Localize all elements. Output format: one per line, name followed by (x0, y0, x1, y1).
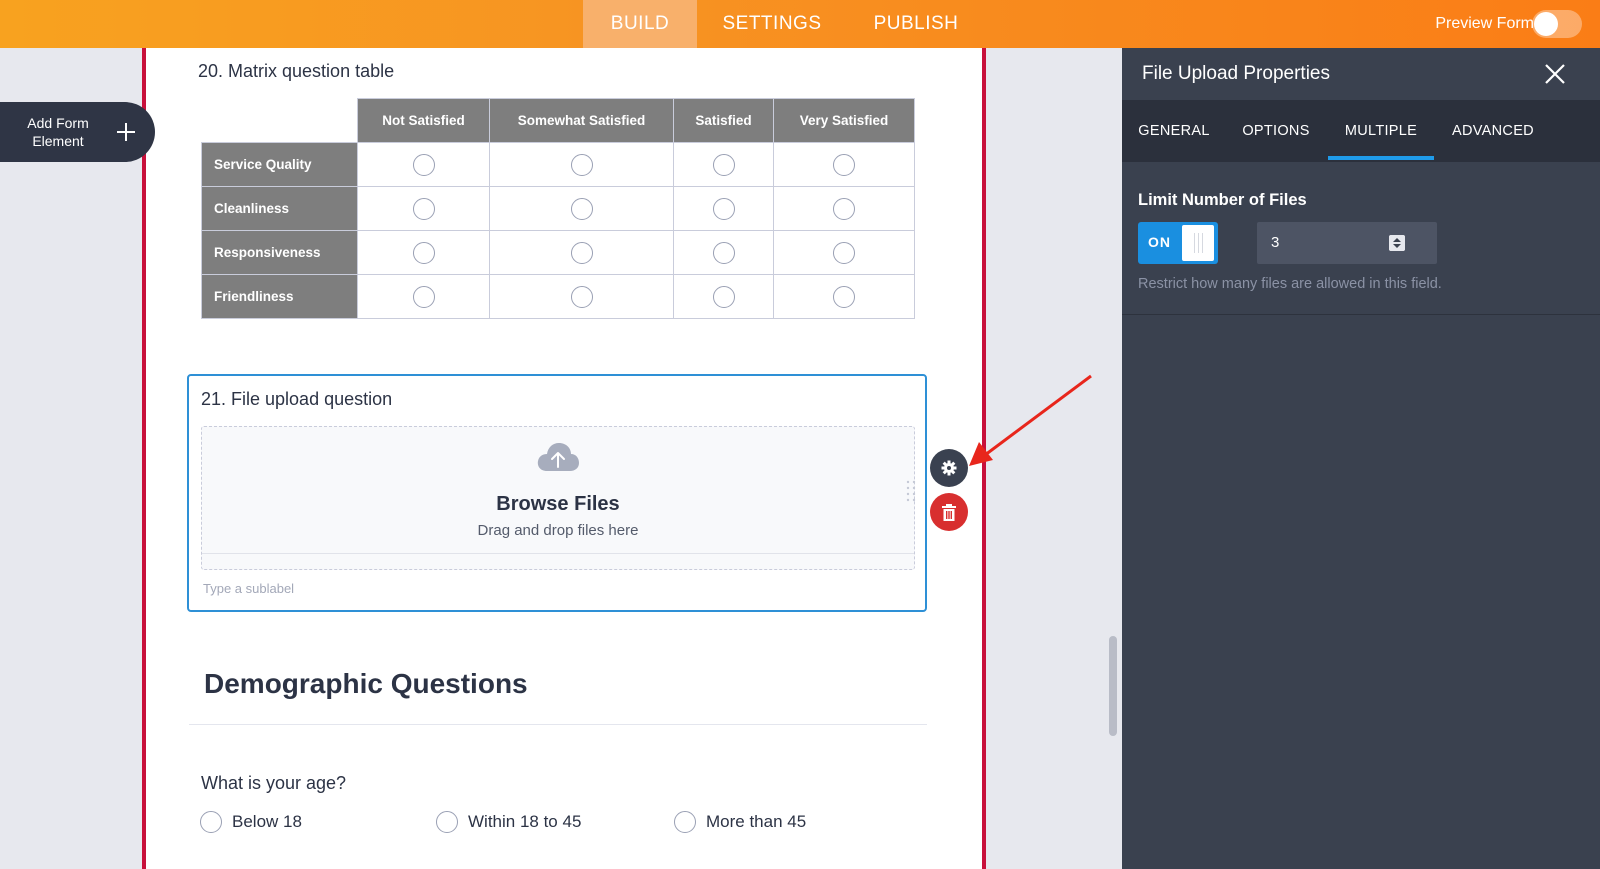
age-option-label: More than 45 (706, 812, 807, 831)
age-option[interactable]: More than 45 (674, 811, 806, 833)
preview-form-toggle[interactable] (1532, 10, 1582, 38)
drag-drop-hint: Drag and drop files here (477, 522, 639, 539)
matrix-question-title: 20. Matrix question table (198, 61, 395, 81)
toggle-state-label: ON (1148, 234, 1171, 250)
radio-button[interactable] (674, 811, 696, 833)
matrix-radio[interactable] (570, 197, 593, 220)
preview-form-label: Preview Form (1435, 15, 1534, 32)
matrix-row: Friendliness (201, 274, 915, 319)
matrix-radio[interactable] (833, 241, 855, 264)
tab-advanced[interactable]: ADVANCED (1442, 100, 1544, 162)
matrix-radio[interactable] (412, 241, 435, 264)
matrix-radio[interactable] (412, 197, 435, 220)
panel-header: File Upload Properties (1122, 48, 1600, 100)
matrix-radio[interactable] (833, 153, 855, 176)
matrix-radio[interactable] (833, 197, 855, 220)
file-upload-field[interactable]: 21. File upload question Browse Files Dr… (187, 374, 927, 612)
matrix-radio[interactable] (712, 153, 735, 176)
number-stepper-icon[interactable] (1389, 235, 1405, 251)
matrix-radio[interactable] (712, 285, 735, 308)
top-bar: BUILD SETTINGS PUBLISH Preview Form (0, 0, 1600, 48)
delete-field-button[interactable] (930, 493, 968, 531)
matrix-radio[interactable] (570, 153, 593, 176)
matrix-radio[interactable] (712, 241, 735, 264)
tab-multiple[interactable]: MULTIPLE (1328, 100, 1434, 162)
matrix-radio[interactable] (412, 285, 435, 308)
age-option[interactable]: Below 18 (200, 811, 302, 833)
gear-icon (941, 460, 957, 476)
dropzone-footer (202, 553, 914, 569)
form-canvas: 20. Matrix question table Not Satisfied … (142, 48, 986, 869)
radio-button[interactable] (436, 811, 458, 833)
add-form-element-button[interactable]: Add Form Element (0, 102, 155, 162)
panel-tabs: GENERAL OPTIONS MULTIPLE ADVANCED (1122, 100, 1600, 162)
panel-title: File Upload Properties (1142, 63, 1330, 84)
matrix-row: Service Quality (201, 142, 915, 187)
drag-handle-icon[interactable] (906, 480, 916, 504)
add-form-element-label: Add Form Element (27, 115, 89, 149)
age-option-label: Within 18 to 45 (468, 812, 582, 831)
tab-settings[interactable]: SETTINGS (716, 0, 828, 48)
properties-panel: File Upload Properties GENERAL OPTIONS M… (1122, 48, 1600, 869)
tab-build[interactable]: BUILD (583, 0, 697, 48)
toggle-knob (1534, 12, 1558, 36)
matrix-table: Not Satisfied Somewhat Satisfied Satisfi… (201, 98, 915, 319)
file-limit-input[interactable]: 3 (1257, 222, 1437, 264)
matrix-column-header: Somewhat Satisfied (489, 98, 674, 143)
matrix-radio[interactable] (570, 241, 593, 264)
annotation-arrow-icon (969, 374, 1092, 466)
matrix-column-header: Satisfied (673, 98, 774, 143)
matrix-row-label: Friendliness (201, 274, 358, 319)
limit-files-label: Limit Number of Files (1138, 191, 1307, 209)
close-icon[interactable] (1542, 61, 1568, 87)
matrix-column-header: Not Satisfied (357, 98, 490, 143)
matrix-row-label: Service Quality (201, 142, 358, 187)
matrix-column-header: Very Satisfied (773, 98, 915, 143)
matrix-radio[interactable] (570, 285, 593, 308)
section-heading: Demographic Questions (204, 668, 528, 699)
plus-icon (97, 102, 155, 162)
limit-files-hint: Restrict how many files are allowed in t… (1138, 276, 1442, 292)
age-option-label: Below 18 (232, 812, 302, 831)
canvas-scrollbar[interactable] (1109, 636, 1117, 736)
toggle-knob (1182, 225, 1214, 261)
tab-publish[interactable]: PUBLISH (866, 0, 966, 48)
tab-options[interactable]: OPTIONS (1226, 100, 1326, 162)
matrix-radio[interactable] (412, 153, 435, 176)
matrix-corner (201, 98, 358, 143)
file-dropzone[interactable]: Browse Files Drag and drop files here (201, 426, 915, 570)
browse-files-button[interactable]: Browse Files (202, 493, 914, 516)
matrix-row: Cleanliness (201, 186, 915, 231)
matrix-radio[interactable] (712, 197, 735, 220)
field-settings-button[interactable] (930, 449, 968, 487)
age-question-label: What is your age? (201, 773, 347, 793)
limit-files-toggle[interactable]: ON (1138, 222, 1218, 264)
radio-button[interactable] (200, 811, 222, 833)
matrix-row: Responsiveness (201, 230, 915, 275)
matrix-radio[interactable] (833, 285, 855, 308)
trash-icon (942, 503, 956, 521)
section-divider (189, 724, 927, 725)
file-limit-value: 3 (1271, 234, 1280, 251)
tab-general[interactable]: GENERAL (1122, 100, 1226, 162)
matrix-row-label: Cleanliness (201, 186, 358, 231)
panel-divider (1122, 314, 1600, 315)
age-option[interactable]: Within 18 to 45 (436, 811, 581, 833)
upload-question-title: 21. File upload question (201, 389, 393, 409)
sublabel-input[interactable]: Type a sublabel (203, 581, 294, 596)
cloud-upload-icon (537, 443, 579, 471)
matrix-row-label: Responsiveness (201, 230, 358, 275)
